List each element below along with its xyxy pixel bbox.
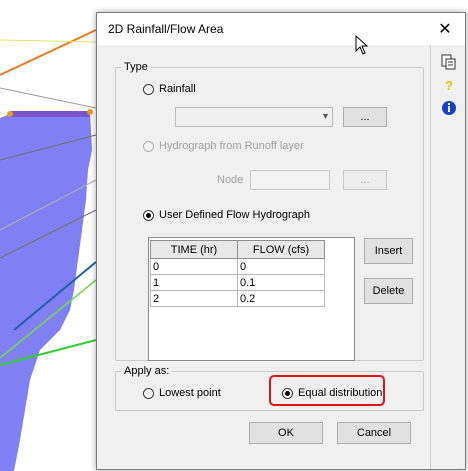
apply-as-label: Apply as: (121, 365, 173, 377)
rainfall-browse-button[interactable]: ... (343, 107, 387, 127)
table-row: 2 0.2 (150, 290, 325, 307)
vertex-marker (87, 109, 93, 115)
table-cell[interactable]: 0 (237, 258, 325, 275)
ok-button[interactable]: OK (249, 422, 323, 444)
insert-button[interactable]: Insert (364, 238, 413, 264)
radio-user-defined-label: User Defined Flow Hydrograph (159, 209, 311, 221)
radio-rainfall[interactable]: Rainfall (143, 83, 196, 95)
radio-hydrograph-runoff[interactable]: Hydrograph from Runoff layer (143, 140, 304, 152)
info-icon[interactable] (440, 99, 458, 117)
mouse-cursor-icon (355, 35, 369, 55)
radio-rainfall-button[interactable] (143, 83, 154, 95)
radio-hydrograph-button[interactable] (143, 140, 154, 152)
table-cell[interactable]: 0.1 (237, 274, 325, 291)
node-browse-button[interactable]: ... (343, 170, 387, 190)
table-cell[interactable]: 1 (150, 274, 238, 291)
radio-lowest-point-button[interactable] (143, 387, 154, 399)
table-row: 0 0 (150, 258, 325, 275)
table-header-row: TIME (hr) FLOW (cfs) (150, 240, 325, 259)
hatched-edge (10, 111, 90, 117)
radio-user-defined[interactable]: User Defined Flow Hydrograph (143, 209, 310, 221)
copy-icon[interactable] (440, 53, 458, 71)
table-cell[interactable]: 0 (150, 258, 238, 275)
column-header-time[interactable]: TIME (hr) (150, 240, 238, 259)
table-row: 1 0.1 (150, 274, 325, 291)
node-label: Node (217, 174, 244, 186)
table-cell[interactable]: 2 (150, 290, 238, 307)
close-icon: ✕ (438, 21, 452, 38)
cancel-button[interactable]: Cancel (337, 422, 411, 444)
radio-lowest-point[interactable]: Lowest point (143, 387, 221, 399)
radio-lowest-point-label: Lowest point (159, 387, 221, 399)
rainfall-select[interactable]: ▾ (175, 107, 333, 127)
highlight-box (269, 375, 385, 406)
column-header-flow[interactable]: FLOW (cfs) (237, 240, 325, 259)
chevron-down-icon: ▾ (322, 111, 328, 122)
vertex-marker (7, 111, 13, 117)
delete-button[interactable]: Delete (364, 278, 413, 304)
tool-strip-divider (430, 45, 431, 469)
hydrograph-table: TIME (hr) FLOW (cfs) 0 0 1 0.1 2 0.2 (150, 240, 325, 307)
type-group-label: Type (121, 61, 151, 73)
hydrograph-table-container[interactable]: TIME (hr) FLOW (cfs) 0 0 1 0.1 2 0.2 (148, 237, 355, 361)
radio-rainfall-label: Rainfall (159, 83, 196, 95)
radio-user-defined-button[interactable] (143, 209, 154, 221)
radio-hydrograph-label: Hydrograph from Runoff layer (159, 140, 304, 152)
title-bar[interactable]: 2D Rainfall/Flow Area ✕ (97, 13, 465, 45)
node-field[interactable] (250, 170, 330, 190)
help-icon[interactable]: ? (440, 76, 458, 94)
close-button[interactable]: ✕ (425, 13, 465, 45)
table-cell[interactable]: 0.2 (237, 290, 325, 307)
dialog-title: 2D Rainfall/Flow Area (108, 22, 224, 36)
rainfall-flow-dialog: 2D Rainfall/Flow Area ✕ ? Type Rainfall (96, 12, 466, 470)
